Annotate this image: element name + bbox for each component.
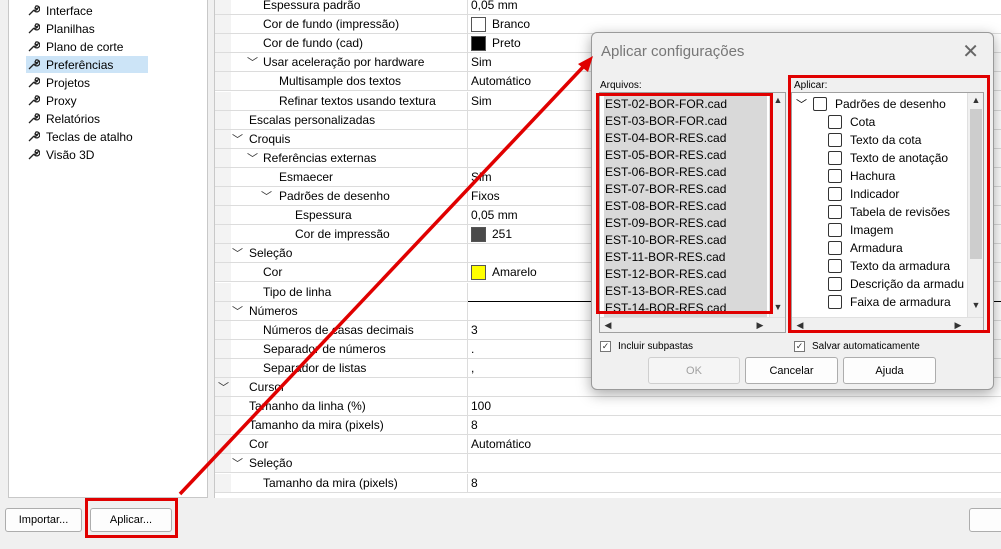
annotation-arrow	[178, 56, 593, 496]
arrow-shaft	[178, 64, 586, 496]
